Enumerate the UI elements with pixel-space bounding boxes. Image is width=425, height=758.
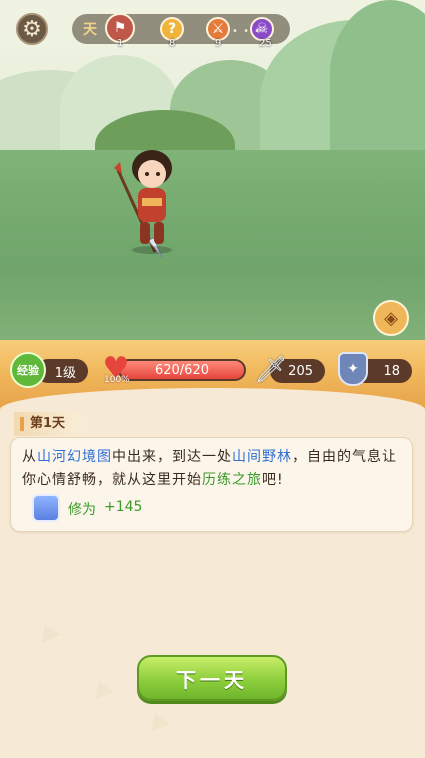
story-text: 从 [22, 449, 37, 465]
node-count: 1 [117, 38, 124, 49]
battle-scene: ◈ [0, 0, 425, 348]
node-count: 25 [259, 38, 272, 49]
highlight-text: 山间野林 [232, 449, 292, 465]
settings-gear-icon[interactable]: ⚙ [16, 13, 48, 45]
node-count: 8 [169, 38, 176, 49]
hp-value: 620/620 [154, 362, 209, 378]
highlight-text: 历练之旅 [202, 472, 262, 488]
hero-character [114, 150, 172, 259]
story-text: 吧! [262, 472, 284, 488]
level-text: 1级 [54, 365, 76, 381]
node-count: 9 [215, 38, 222, 49]
sword-icon: 🗡 [254, 355, 288, 385]
next-day-button[interactable]: 下一天 [137, 655, 287, 701]
progress-dots: • • • [232, 26, 262, 37]
cultivation-reward-icon [32, 494, 60, 522]
exp-label: 经验 [17, 364, 39, 377]
day-label: 第1天 [14, 412, 92, 436]
decor-arrow-icon [145, 709, 171, 731]
decor-arrow-icon [35, 620, 61, 644]
sky-glyph-icon: 天 [83, 22, 97, 38]
exp-badge: 经验 [10, 352, 46, 388]
shield-icon: ✦ [338, 352, 368, 386]
story-text: 中出来，到达一处 [112, 449, 232, 465]
event-text: 从山河幻境图中出来，到达一处山间野林，自由的气息让你心情舒畅，就从这里开始历练之… [22, 446, 402, 492]
money-bag-icon[interactable]: ◈ [373, 300, 409, 336]
attack-value: 205 [288, 363, 313, 379]
reward-label: 修为 [68, 502, 96, 518]
defense-value: 18 [383, 363, 400, 379]
hp-percent: 100% [104, 375, 130, 385]
highlight-text: 山河幻境图 [37, 449, 112, 465]
reward-value: +145 [104, 499, 143, 515]
decor-arrow-icon [89, 677, 115, 699]
